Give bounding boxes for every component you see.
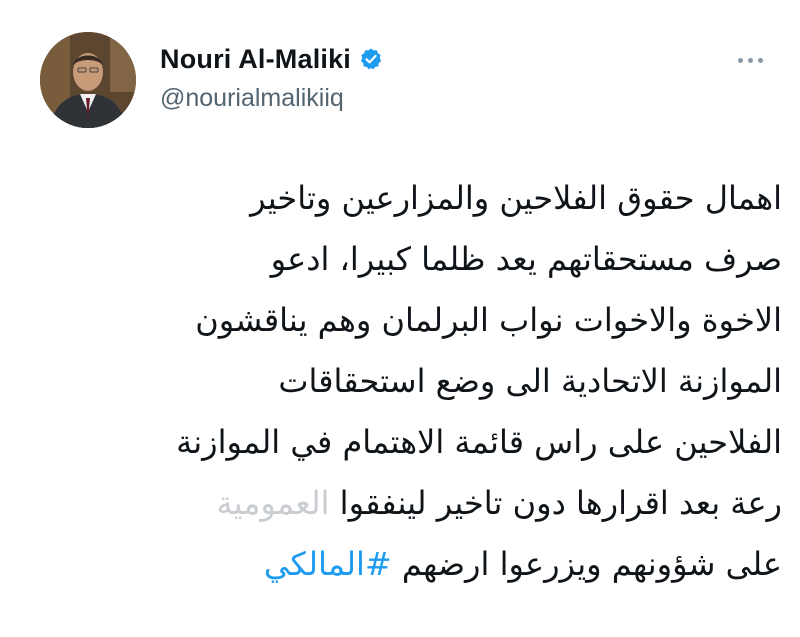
author-handle[interactable]: @nourialmalikiiq xyxy=(160,84,383,113)
tweet-line-3: الاخوة والاخوات نواب البرلمان وهم يناقشو… xyxy=(195,301,782,339)
display-name-row: Nouri Al-Maliki xyxy=(160,42,383,76)
tweet-line-6-faded: العمومية xyxy=(216,484,330,522)
tweet-line-6: رعة بعد اقرارها دون تاخير لينفقوا العموم… xyxy=(30,473,782,534)
more-horizontal-icon[interactable] xyxy=(730,48,770,72)
verified-badge-icon xyxy=(359,47,383,71)
author-display-name[interactable]: Nouri Al-Maliki xyxy=(160,44,351,75)
tweet-header: Nouri Al-Maliki @nourialmalikiiq xyxy=(40,30,770,140)
avatar-portrait-image xyxy=(40,32,136,128)
tweet-line-1: اهمال حقوق الفلاحين والمزارعين وتاخير xyxy=(250,179,782,217)
tweet-line-7: على شؤونهم ويزرعوا ارضهم #المالكي xyxy=(30,534,782,595)
more-dot xyxy=(747,57,753,63)
tweet-line-6-visible: رعة بعد اقرارها دون تاخير لينفقوا xyxy=(339,484,782,522)
tweet-line-5: الفلاحين على راس قائمة الاهتمام في الموا… xyxy=(176,423,782,461)
tweet-text: اهمال حقوق الفلاحين والمزارعين وتاخير صر… xyxy=(30,168,782,595)
tweet-line-7-text: على شؤونهم ويزرعوا ارضهم xyxy=(401,545,782,583)
more-dot xyxy=(737,57,743,63)
tweet-card: Nouri Al-Maliki @nourialmalikiiq اهمال ح… xyxy=(0,0,800,637)
hashtag-link[interactable]: #المالكي xyxy=(264,545,392,583)
more-dot xyxy=(757,57,763,63)
author-names: Nouri Al-Maliki @nourialmalikiiq xyxy=(160,42,383,113)
tweet-line-2: صرف مستحقاتهم يعد ظلما كبيرا، ادعو xyxy=(270,240,782,278)
avatar[interactable] xyxy=(40,32,136,128)
tweet-line-4: الموازنة الاتحادية الى وضع استحقاقات xyxy=(278,362,782,400)
